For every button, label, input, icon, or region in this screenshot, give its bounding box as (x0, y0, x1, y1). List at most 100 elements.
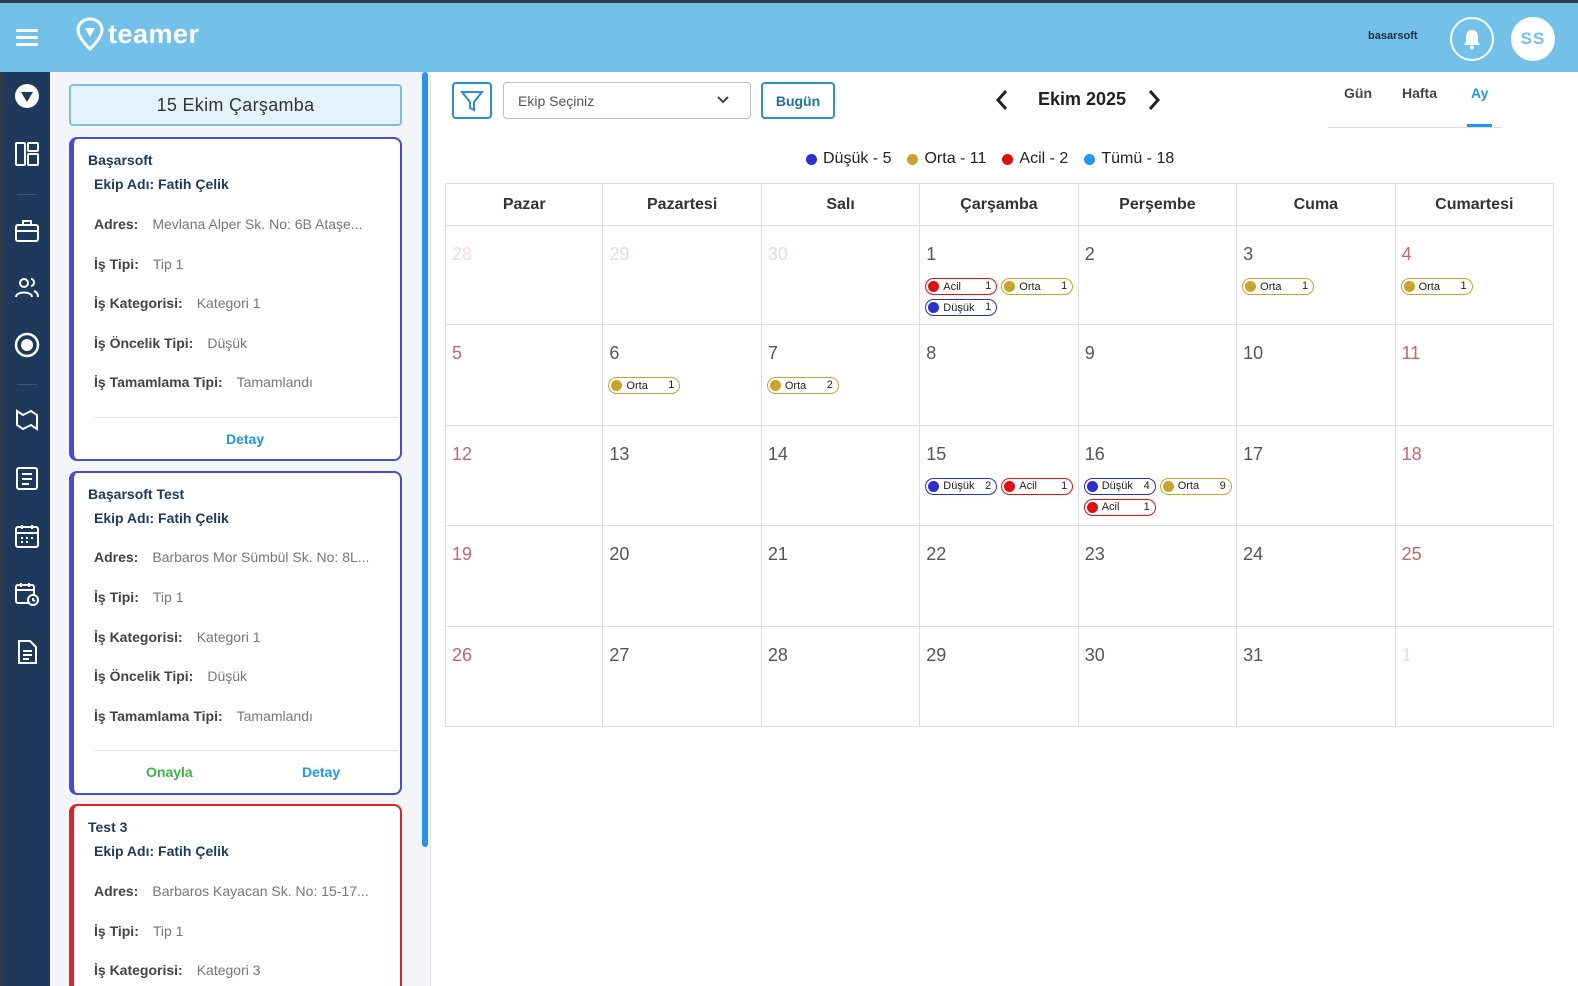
job-field: İş Tipi: Tip 1 (94, 256, 184, 272)
event-label: Acil (943, 280, 962, 293)
tab-day[interactable]: Gün (1344, 85, 1372, 101)
calendar-day-cell[interactable]: 19 (445, 526, 604, 627)
calendar-day-cell[interactable]: 1 Acil 1 Orta 1 Düşük 1 (920, 225, 1079, 326)
user-avatar[interactable]: SS (1511, 17, 1555, 61)
event-badge-low[interactable]: Düşük 1 (925, 299, 998, 316)
event-badge-medium[interactable]: Orta 2 (766, 377, 839, 395)
calendar-day-cell[interactable]: 31 (1237, 626, 1396, 727)
today-button[interactable]: Bugün (761, 82, 835, 119)
calendar-day-cell[interactable]: 7 Orta 2 (761, 325, 921, 426)
calendar-day-cell[interactable]: 30 (1078, 626, 1238, 727)
calendar-day-cell[interactable]: 6 Orta 1 (603, 325, 762, 426)
calendar-day-cell[interactable]: 20 (603, 526, 762, 627)
calendar-day-cell[interactable]: 4 Orta 1 (1395, 225, 1554, 326)
hamburger-icon[interactable] (16, 29, 38, 47)
bell-icon (1464, 30, 1480, 50)
event-badges: Düşük 4 Orta 9 Acil 1 (1083, 477, 1234, 516)
day-number: 4 (1401, 244, 1412, 264)
rail-divider (17, 384, 37, 385)
calendar-day-cell[interactable]: 16 Düşük 4 Orta 9 Acil 1 (1078, 425, 1238, 527)
legend-item-urgent[interactable]: Acil - 2 (1002, 150, 1068, 168)
event-badge-low[interactable]: Düşük 2 (925, 477, 998, 495)
calendar-day-cell[interactable]: 23 (1078, 526, 1238, 627)
calendar-day-cell[interactable]: 30 (761, 225, 921, 326)
calendar-day-cell[interactable]: 17 (1237, 425, 1396, 527)
briefcase-icon[interactable] (13, 217, 41, 245)
event-label: Orta (784, 379, 807, 392)
next-month-button[interactable] (1142, 86, 1166, 114)
event-badge-medium[interactable]: Orta 1 (1001, 278, 1074, 295)
panel-scrollbar[interactable] (422, 72, 428, 847)
document-icon[interactable] (13, 638, 41, 666)
event-count: 2 (826, 379, 833, 392)
notifications-button[interactable] (1450, 17, 1494, 61)
weekday-label: Cumartesi (1396, 184, 1554, 225)
calendar-day-cell[interactable]: 8 (920, 325, 1079, 426)
card-divider (94, 417, 398, 418)
day-number: 29 (926, 644, 947, 665)
filter-button[interactable] (452, 82, 492, 119)
clipboard-list-icon[interactable] (13, 464, 41, 492)
users-icon[interactable] (13, 274, 41, 302)
calendar-day-cell[interactable]: 5 (445, 325, 604, 426)
event-badge-low[interactable]: Düşük 4 (1083, 477, 1156, 495)
detail-button[interactable]: Detay (302, 764, 340, 780)
job-card[interactable]: Başarsoft Test Ekip Adı: Fatih Çelik Adr… (69, 471, 402, 795)
calendar-day-cell[interactable]: 12 (445, 425, 604, 527)
calendar-day-cell[interactable]: 1 (1395, 626, 1554, 727)
dashboard-icon[interactable] (13, 140, 41, 168)
calendar-day-cell[interactable]: 13 (603, 425, 762, 527)
job-field: İş Tipi: Tip 1 (94, 923, 184, 939)
event-badge-medium[interactable]: Orta 1 (1242, 278, 1315, 295)
map-icon[interactable] (13, 406, 41, 434)
calendar-icon[interactable] (13, 522, 41, 550)
prev-month-button[interactable] (990, 86, 1014, 114)
event-badge-medium[interactable]: Orta 1 (1400, 278, 1473, 295)
compass-icon[interactable] (13, 82, 41, 110)
legend-item-all[interactable]: Tümü - 18 (1084, 150, 1174, 168)
calendar-day-cell[interactable]: 26 (445, 626, 604, 727)
filter-icon (460, 90, 484, 112)
calendar-day-cell[interactable]: 24 (1237, 526, 1396, 627)
detail-button[interactable]: Detay (226, 431, 264, 447)
calendar-day-cell[interactable]: 25 (1395, 526, 1554, 627)
tab-month[interactable]: Ay (1471, 85, 1488, 101)
calendar-day-cell[interactable]: 14 (761, 425, 921, 527)
calendar-clock-icon[interactable] (13, 580, 41, 608)
calendar-day-cell[interactable]: 15 Düşük 2 Acil 1 (920, 425, 1079, 527)
calendar-day-cell[interactable]: 18 (1395, 425, 1554, 527)
event-badge-medium[interactable]: Orta 9 (1159, 477, 1232, 495)
calendar-day-cell[interactable]: 2 (1078, 225, 1238, 326)
job-card[interactable]: Başarsoft Ekip Adı: Fatih Çelik Adres: Me… (69, 137, 402, 461)
calendar-day-cell[interactable]: 28 (761, 626, 921, 727)
calendar-day-cell[interactable]: 29 (603, 225, 762, 326)
weekday-label: Cuma (1237, 184, 1396, 225)
approve-button[interactable]: Onayla (146, 764, 193, 780)
calendar-day-cell[interactable]: 11 (1395, 325, 1554, 426)
calendar-day-cell[interactable]: 22 (920, 526, 1079, 627)
calendar-day-cell[interactable]: 21 (761, 526, 921, 627)
team-select[interactable]: Ekip Seçiniz (503, 82, 751, 119)
day-number: 15 (926, 443, 947, 464)
record-icon[interactable] (13, 331, 41, 359)
event-badge-urgent[interactable]: Acil 1 (1083, 498, 1156, 516)
calendar-day-cell[interactable]: 10 (1237, 325, 1396, 426)
event-badge-medium[interactable]: Orta 1 (608, 377, 681, 395)
calendar-day-cell[interactable]: 28 (445, 225, 604, 326)
legend-item-low[interactable]: Düşük - 5 (806, 150, 891, 168)
map-pin-logo-icon (76, 17, 104, 51)
calendar-day-cell[interactable]: 3 Orta 1 (1237, 225, 1396, 326)
job-card[interactable]: Test 3 Ekip Adı: Fatih Çelik Adres: Barba… (69, 804, 402, 986)
nav-rail (0, 72, 50, 986)
calendar-day-cell[interactable]: 27 (603, 626, 762, 727)
event-badge-urgent[interactable]: Acil 1 (1001, 477, 1074, 495)
event-badge-urgent[interactable]: Acil 1 (925, 278, 998, 295)
job-team: Ekip Adı: Fatih Çelik (94, 510, 229, 526)
calendar-day-cell[interactable]: 9 (1078, 325, 1238, 426)
app-logo[interactable]: teamer (76, 17, 200, 51)
tab-week[interactable]: Hafta (1402, 85, 1437, 101)
day-number: 12 (452, 443, 473, 464)
job-field: İş Kategorisi: Kategori 3 (94, 962, 261, 978)
legend-item-medium[interactable]: Orta - 11 (907, 150, 986, 168)
calendar-day-cell[interactable]: 29 (920, 626, 1079, 727)
